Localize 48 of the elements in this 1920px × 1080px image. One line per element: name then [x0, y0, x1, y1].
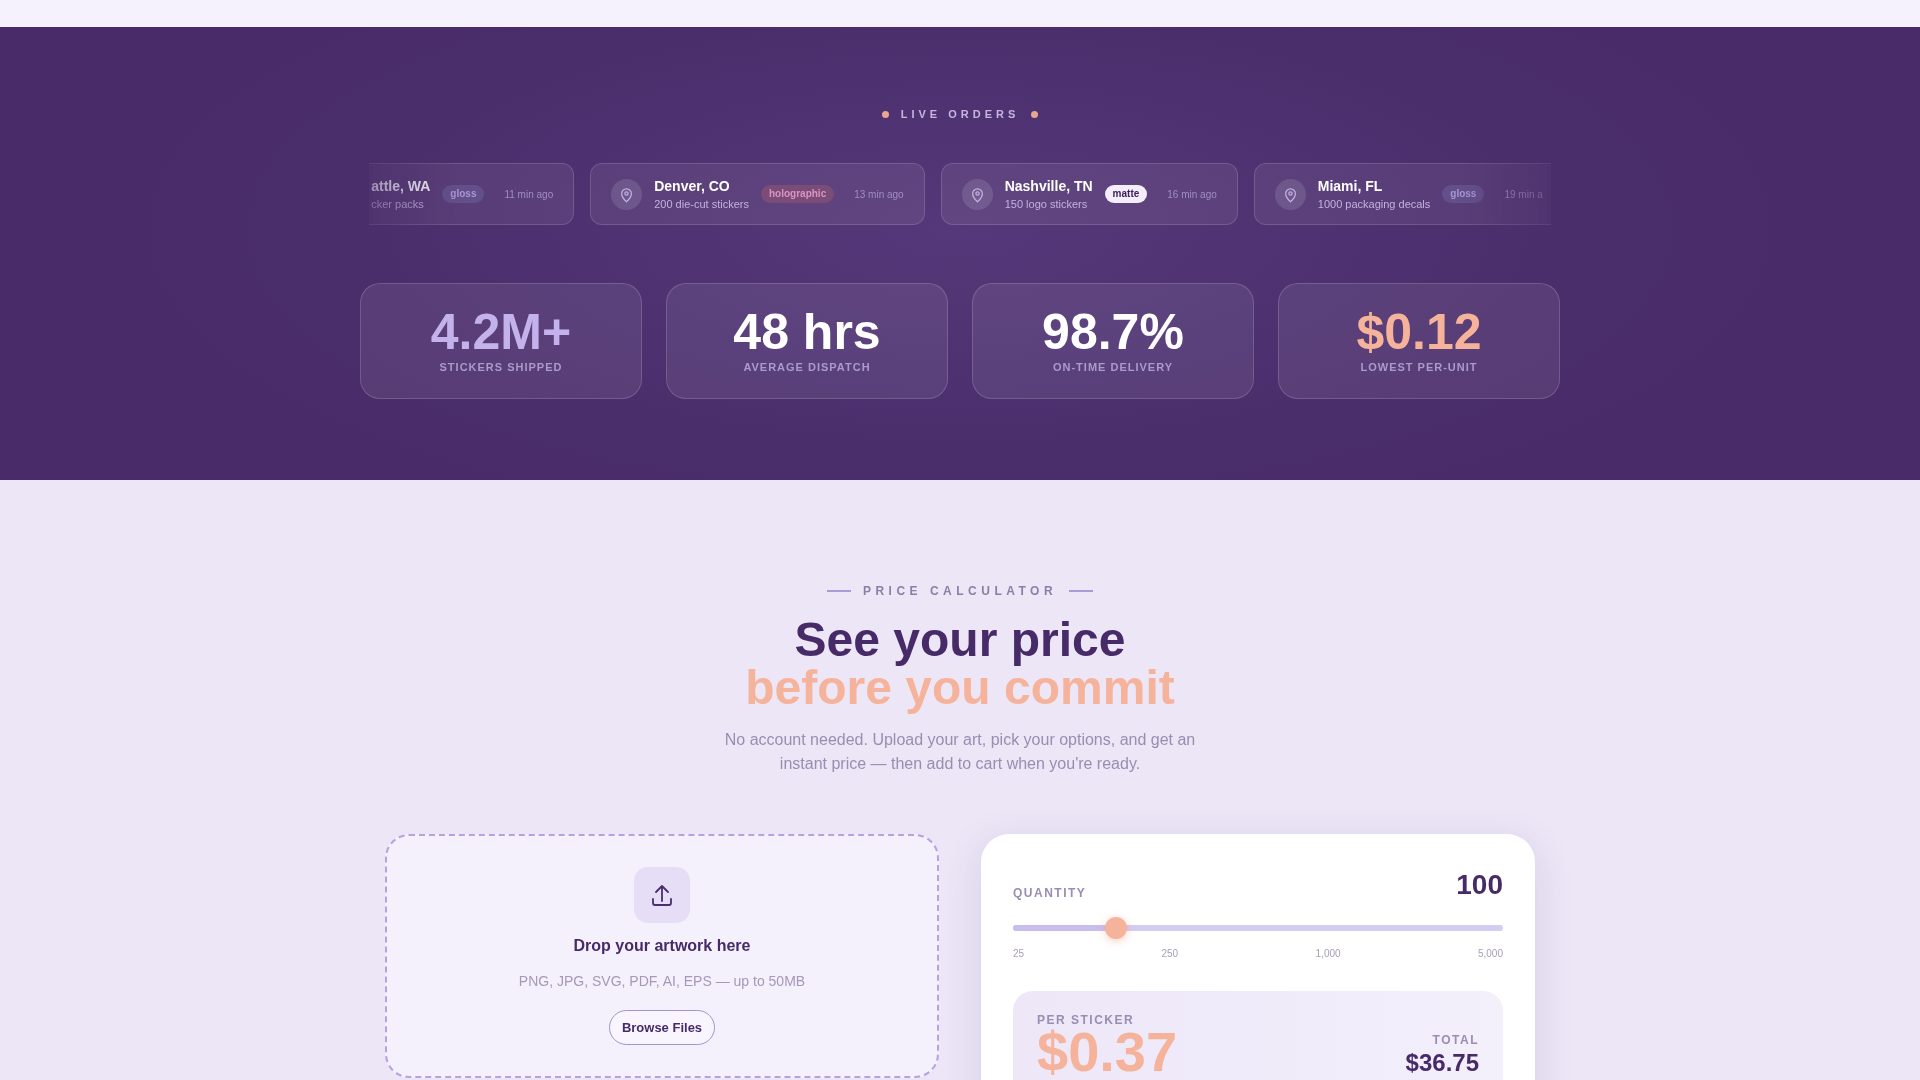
- order-time: 13 min ago: [854, 188, 904, 200]
- dot-icon: [881, 110, 889, 118]
- upload-dropzone[interactable]: Drop your artwork here PNG, JPG, SVG, PDF, AI, EPS — up to 50MB Browse Files: [385, 834, 939, 1078]
- file-formats-note: PNG, JPG, SVG, PDF, AI, EPS — up to 50MB: [518, 972, 806, 991]
- order-items: 200 die-cut stickers: [654, 196, 749, 211]
- intro-text: No account needed. Upload your art, pick your options, and get an instant price — then add to cart when you're ready.: [723, 730, 1197, 774]
- quantity-label: QUANTITY: [1013, 886, 1087, 901]
- order-city: Miami, FL: [1317, 177, 1384, 195]
- order-time: 16 min ago: [1167, 188, 1217, 200]
- finish-tag: matte: [1104, 185, 1148, 203]
- total-label: TOTAL: [1432, 1033, 1479, 1047]
- slider-tick-label: 5,000: [1477, 948, 1503, 960]
- order-city: Denver, CO: [654, 177, 731, 195]
- per-sticker-label: PER STICKER: [1037, 1013, 1136, 1027]
- section-label: PRICE CALCULATOR: [862, 584, 1058, 598]
- order-city: Nashville, TN: [1004, 177, 1093, 195]
- order-items: 1000 packaging decals: [1317, 196, 1431, 211]
- upload-icon: [634, 867, 690, 923]
- map-pin-icon: [961, 178, 993, 210]
- order-items: 150 logo stickers: [1004, 196, 1089, 211]
- finish-tag: gloss: [1442, 185, 1485, 203]
- map-pin-icon: [1274, 178, 1306, 210]
- order-time: 11 min ago: [504, 188, 554, 200]
- stat-label: STICKERS SHIPPED: [439, 361, 563, 374]
- section-label: LIVE ORDERS: [900, 107, 1020, 121]
- stat-label: ON-TIME DELIVERY: [1052, 361, 1174, 374]
- slider-tick-label: 1,000: [1315, 948, 1341, 960]
- order-city: attle, WA: [371, 177, 431, 195]
- stat-value: $0.12: [1356, 304, 1482, 360]
- dropzone-title: Drop your artwork here: [573, 936, 751, 956]
- finish-tag: holographic: [760, 185, 835, 203]
- slider-tick-label: 25: [1013, 948, 1025, 960]
- stat-label: LOWEST PER-UNIT: [1360, 361, 1478, 374]
- quantity-value: 100: [1456, 869, 1503, 901]
- total-price: $36.75: [1405, 1051, 1479, 1075]
- map-pin-icon: [611, 178, 643, 210]
- slider-handle[interactable]: [1104, 917, 1127, 939]
- dot-icon: [1031, 110, 1039, 118]
- slider-tick-label: 250: [1161, 948, 1179, 960]
- stat-value: 4.2M+: [430, 304, 572, 360]
- stat-label: AVERAGE DISPATCH: [743, 361, 871, 374]
- per-sticker-price: $0.37: [1037, 1029, 1178, 1075]
- stat-value: 98.7%: [1042, 304, 1184, 360]
- finish-tag: gloss: [442, 185, 485, 203]
- browse-files-button[interactable]: Browse Files: [608, 1010, 716, 1045]
- section-title: See your price: [794, 616, 1126, 664]
- order-items: cker packs: [371, 196, 425, 211]
- stat-value: 48 hrs: [733, 304, 881, 360]
